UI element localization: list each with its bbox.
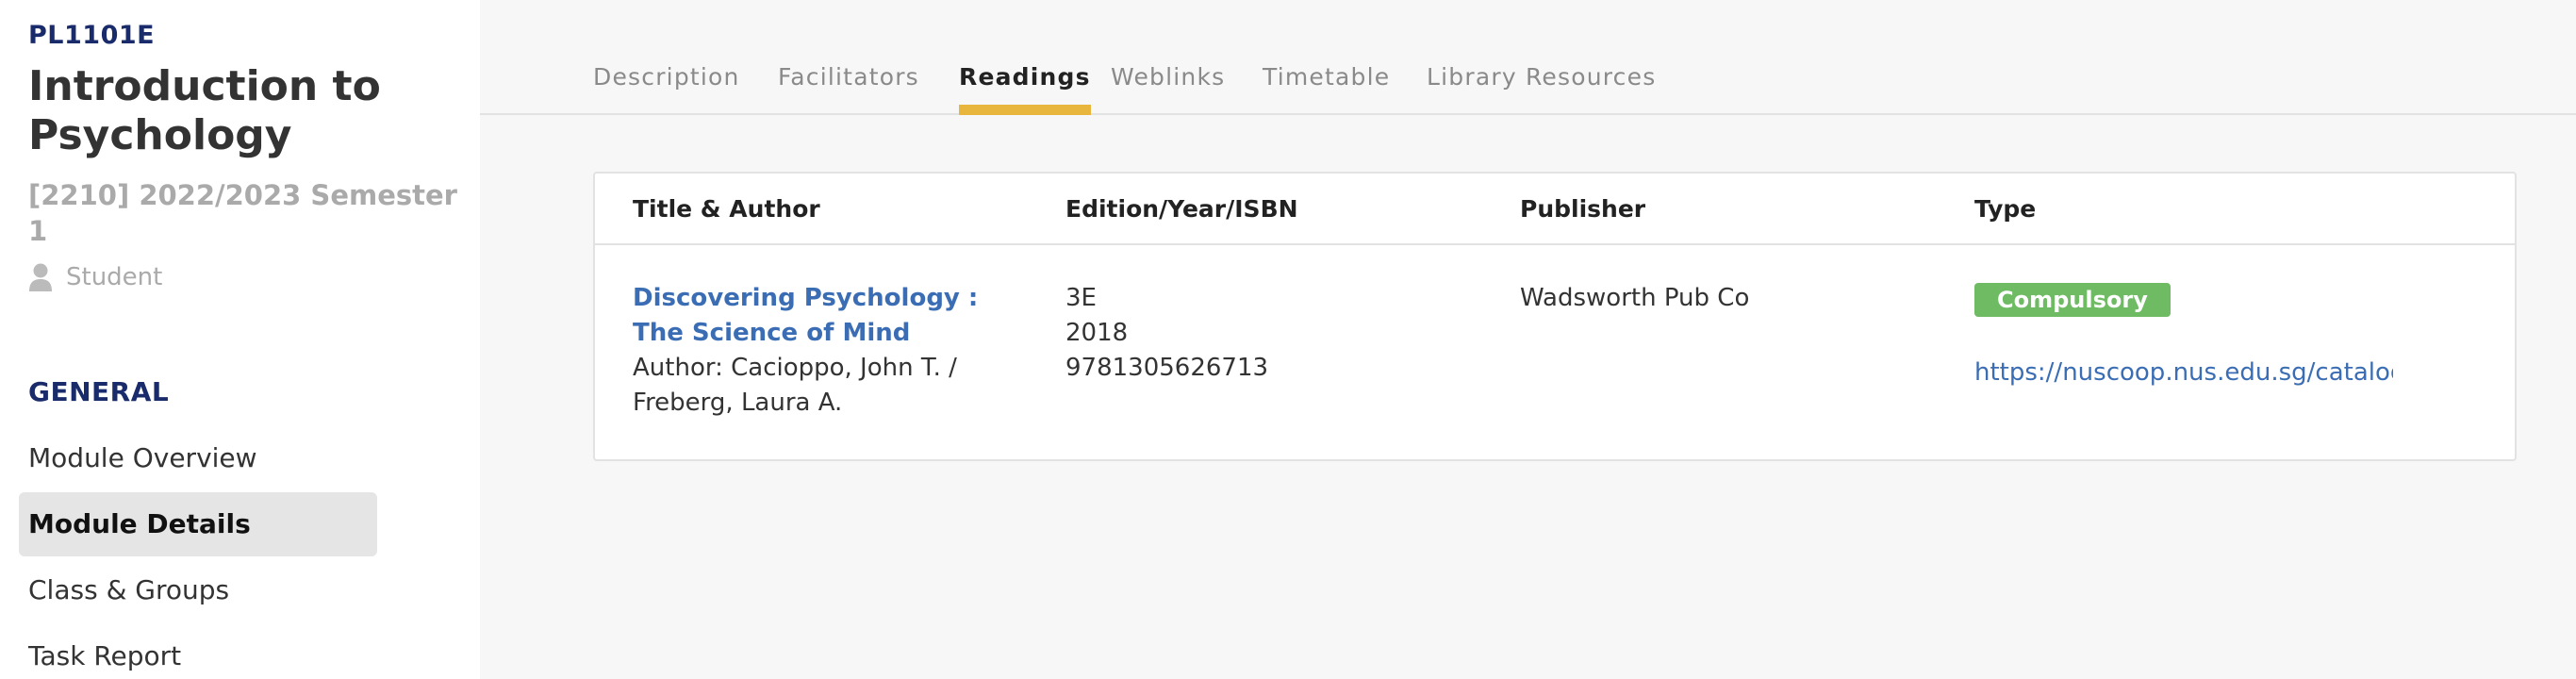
column-header-title-author: Title & Author (633, 195, 820, 223)
sidebar-item-task-report[interactable]: Task Report (19, 624, 377, 679)
table-header: Title & Author Edition/Year/ISBN Publish… (595, 174, 2515, 245)
module-code: PL1101E (28, 21, 156, 50)
tab-timetable[interactable]: Timetable (1263, 58, 1390, 115)
sidebar-item-module-details[interactable]: Module Details (19, 492, 377, 556)
tab-readings[interactable]: Readings (959, 58, 1091, 115)
module-term: [2210] 2022/2023 Semester 1 (28, 179, 457, 247)
role-label: Student (66, 263, 163, 291)
reading-year: 2018 (1065, 319, 1129, 347)
status-badge-compulsory: Compulsory (1974, 283, 2171, 317)
user-icon (28, 262, 53, 292)
cell-publisher: Wadsworth Pub Co (1520, 281, 1916, 316)
tab-bar: Description Facilitators Readings Weblin… (480, 0, 2576, 115)
section-heading-general: GENERAL (28, 376, 170, 407)
column-header-publisher: Publisher (1520, 195, 1646, 223)
reading-isbn: 9781305626713 (1065, 354, 1269, 382)
main-content: Description Facilitators Readings Weblin… (480, 0, 2576, 679)
app-root: PL1101E Introduction to Psychology [2210… (0, 0, 2576, 679)
reading-url-link[interactable]: https://nuscoop.nus.edu.sg/catalogsearch (1974, 356, 2393, 390)
cell-title-author: Discovering Psychology : The Science of … (633, 281, 1029, 421)
reading-edition: 3E (1065, 284, 1097, 312)
sidebar-item-module-overview[interactable]: Module Overview (19, 426, 377, 490)
cell-edition: 3E 2018 9781305626713 (1065, 281, 1461, 386)
tab-weblinks[interactable]: Weblinks (1111, 58, 1225, 115)
column-header-type: Type (1974, 195, 2037, 223)
column-header-edition: Edition/Year/ISBN (1065, 195, 1298, 223)
module-title: Introduction to Psychology (28, 62, 381, 159)
sidebar-item-class-groups[interactable]: Class & Groups (19, 558, 377, 622)
reading-publisher: Wadsworth Pub Co (1520, 284, 1750, 312)
sidebar: PL1101E Introduction to Psychology [2210… (0, 0, 480, 679)
tab-facilitators[interactable]: Facilitators (778, 58, 919, 115)
tab-library-resources[interactable]: Library Resources (1427, 58, 1656, 115)
reading-author: Author: Cacioppo, John T. / Freberg, Lau… (633, 354, 957, 417)
tab-description[interactable]: Description (593, 58, 740, 115)
cell-type: Compulsory https://nuscoop.nus.edu.sg/ca… (1974, 283, 2408, 390)
module-role: Student (28, 260, 480, 294)
reading-title-link[interactable]: Discovering Psychology : The Science of … (633, 281, 1029, 351)
sidebar-nav: Module Overview Module Details Class & G… (0, 426, 480, 679)
readings-table: Title & Author Edition/Year/ISBN Publish… (593, 172, 2517, 461)
